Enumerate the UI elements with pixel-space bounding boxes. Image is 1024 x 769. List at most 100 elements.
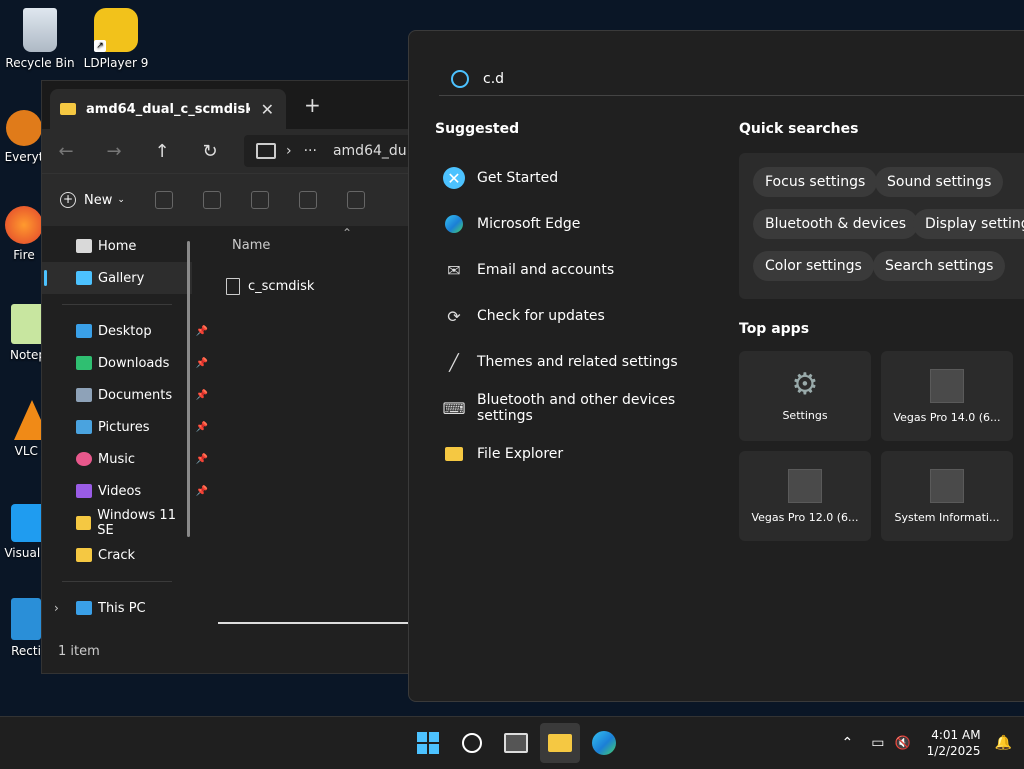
- search-box[interactable]: [439, 63, 1024, 96]
- suggestion-microsoft-edge[interactable]: Microsoft Edge: [433, 201, 733, 247]
- chip-display-settings[interactable]: Display settings: [913, 209, 1024, 239]
- top-app-vegas-pro-14[interactable]: Vegas Pro 14.0 (6...: [881, 351, 1013, 441]
- suggestion-bluetooth-devices[interactable]: ⌨ Bluetooth and other devices settings: [433, 385, 733, 431]
- desktop-icon-label: Recycle Bin: [0, 56, 80, 70]
- search-icon: [462, 733, 482, 753]
- gallery-icon: [76, 271, 92, 285]
- sidebar-item-gallery[interactable]: Gallery: [42, 262, 192, 294]
- everything-icon: [6, 110, 42, 146]
- top-app-system-information[interactable]: System Informati...: [881, 451, 1013, 541]
- column-header-name[interactable]: Name: [232, 238, 270, 253]
- sidebar-item-downloads[interactable]: Downloads 📌: [42, 347, 192, 379]
- clock-date: 1/2/2025: [927, 743, 981, 759]
- sidebar-item-videos[interactable]: Videos 📌: [42, 475, 192, 507]
- chevron-right-icon[interactable]: ›: [54, 601, 59, 615]
- chevron-down-icon: ⌄: [117, 195, 125, 205]
- sidebar-item-desktop[interactable]: Desktop 📌: [42, 315, 192, 347]
- recycle-bin-icon: [23, 8, 57, 52]
- chip-color-settings[interactable]: Color settings: [753, 251, 874, 281]
- desktop-icon-recycle-bin[interactable]: Recycle Bin: [0, 8, 80, 70]
- sidebar-item-music[interactable]: Music 📌: [42, 443, 192, 475]
- command-bar: + New ⌄: [42, 173, 412, 226]
- sidebar-item-label: Desktop: [98, 324, 152, 339]
- sidebar-item-windows-11-se[interactable]: Windows 11 SE: [42, 507, 192, 539]
- sidebar-item-pictures[interactable]: Pictures 📌: [42, 411, 192, 443]
- notification-bell-icon[interactable]: 🔔: [995, 735, 1012, 751]
- sidebar-item-label: Windows 11 SE: [97, 508, 192, 538]
- new-button-label: New: [84, 193, 112, 208]
- breadcrumb-overflow-icon[interactable]: ···: [304, 143, 317, 159]
- rename-icon[interactable]: [299, 191, 317, 209]
- edge-icon: [443, 213, 465, 235]
- chevron-up-icon[interactable]: ⌃: [842, 735, 854, 751]
- chip-focus-settings[interactable]: Focus settings: [753, 167, 877, 197]
- sidebar-item-this-pc[interactable]: › This PC: [42, 592, 192, 624]
- sidebar-item-label: Crack: [98, 548, 135, 563]
- folder-icon: [76, 548, 92, 562]
- chip-search-settings[interactable]: Search settings: [873, 251, 1005, 281]
- search-icon: [451, 70, 469, 88]
- suggestion-themes[interactable]: ╱ Themes and related settings: [433, 339, 733, 385]
- start-button[interactable]: [408, 723, 448, 763]
- suggestion-get-started[interactable]: ✕ Get Started: [433, 155, 733, 201]
- file-name: c_scmdisk: [248, 279, 314, 294]
- suggestion-email-and-accounts[interactable]: ✉ Email and accounts: [433, 247, 733, 293]
- task-view-button[interactable]: [496, 723, 536, 763]
- horizontal-scrollbar[interactable]: [218, 622, 412, 624]
- quick-searches-card: Focus settings Sound settings Bluetooth …: [739, 153, 1024, 299]
- share-icon[interactable]: [347, 191, 365, 209]
- suggestion-check-for-updates[interactable]: ⟳ Check for updates: [433, 293, 733, 339]
- mail-icon: ✉: [443, 259, 465, 281]
- desktop-icon-ldplayer[interactable]: ↗ LDPlayer 9: [76, 8, 156, 70]
- address-bar[interactable]: › ··· amd64_du: [244, 135, 413, 167]
- get-started-icon: ✕: [443, 167, 465, 189]
- edge-taskbar-button[interactable]: [584, 723, 624, 763]
- folder-icon: [548, 734, 572, 752]
- sidebar-item-crack[interactable]: Crack: [42, 539, 192, 571]
- copy-icon[interactable]: [203, 191, 221, 209]
- suggestion-file-explorer[interactable]: File Explorer: [433, 431, 733, 477]
- new-tab-button[interactable]: +: [304, 93, 321, 117]
- folder-icon: [443, 443, 465, 465]
- top-app-settings[interactable]: ⚙ Settings: [739, 351, 871, 441]
- system-tray: ⌃ ▭ 🔇 4:01 AM 1/2/2025 🔔: [842, 717, 1024, 769]
- file-item[interactable]: c_scmdisk: [226, 278, 314, 295]
- refresh-button[interactable]: ↻: [186, 141, 234, 162]
- paste-icon[interactable]: [251, 191, 269, 209]
- top-app-vegas-pro-12[interactable]: Vegas Pro 12.0 (6...: [739, 451, 871, 541]
- volume-muted-icon[interactable]: 🔇: [894, 736, 910, 751]
- network-icon[interactable]: ▭: [871, 735, 884, 751]
- clock[interactable]: 4:01 AM 1/2/2025: [927, 727, 981, 759]
- this-pc-icon: [256, 143, 276, 159]
- sidebar-item-label: Documents: [98, 388, 172, 403]
- notepad-icon: [11, 304, 45, 344]
- explorer-tab[interactable]: amd64_dual_c_scmdisk.inf_31b ✕: [50, 89, 286, 129]
- sidebar-item-documents[interactable]: Documents 📌: [42, 379, 192, 411]
- chip-sound-settings[interactable]: Sound settings: [875, 167, 1003, 197]
- settings-gear-icon: ⚙: [789, 369, 821, 401]
- breadcrumb-folder[interactable]: amd64_du: [333, 143, 407, 159]
- navigation-pane: Home Gallery Desktop 📌 Downloads 📌 Docum…: [42, 226, 192, 636]
- sidebar-item-label: Home: [98, 239, 136, 254]
- search-input[interactable]: [481, 70, 985, 88]
- music-icon: [76, 452, 92, 466]
- this-pc-icon: [76, 601, 92, 615]
- search-button[interactable]: [452, 723, 492, 763]
- chip-bluetooth-devices[interactable]: Bluetooth & devices: [753, 209, 918, 239]
- pictures-icon: [76, 420, 92, 434]
- new-button[interactable]: + New ⌄: [60, 192, 125, 208]
- back-button[interactable]: ←: [42, 141, 90, 162]
- cut-icon[interactable]: [155, 191, 173, 209]
- ldplayer-icon: ↗: [94, 8, 138, 52]
- forward-button[interactable]: →: [90, 141, 138, 162]
- close-tab-icon[interactable]: ✕: [261, 100, 274, 119]
- app-placeholder-icon: [930, 469, 964, 503]
- file-explorer-taskbar-button[interactable]: [540, 723, 580, 763]
- task-view-icon: [504, 733, 528, 753]
- sidebar-scrollbar[interactable]: [187, 241, 190, 537]
- suggestion-label: Get Started: [477, 170, 558, 186]
- sidebar-item-label: Pictures: [98, 420, 149, 435]
- sidebar-item-home[interactable]: Home: [42, 230, 192, 262]
- explorer-navbar: ← → ↑ ↻ › ··· amd64_du: [42, 129, 412, 173]
- up-button[interactable]: ↑: [138, 141, 186, 162]
